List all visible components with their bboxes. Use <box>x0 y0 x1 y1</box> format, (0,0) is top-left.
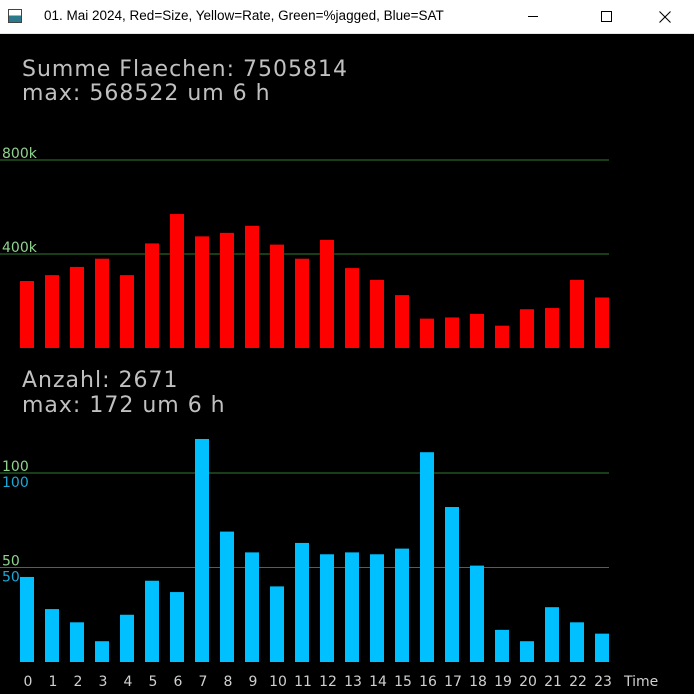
x-tick-label: 7 <box>199 674 208 690</box>
count-chart-bar <box>595 633 609 662</box>
count-chart-bar <box>345 552 359 662</box>
count-chart-bar <box>195 438 209 662</box>
count-chart-bar <box>520 641 534 662</box>
area-chart-bar <box>245 225 259 348</box>
x-tick-label: 23 <box>594 674 612 690</box>
area-chart-bar <box>45 275 59 348</box>
x-tick-label: 12 <box>319 674 337 690</box>
x-tick-label: 22 <box>569 674 587 690</box>
count-chart-bar <box>145 580 159 662</box>
count-chart-bar <box>395 548 409 662</box>
area-chart-header-line: Summe Flaechen: 7505814 <box>22 57 348 82</box>
count-chart-grid-label: 100 <box>2 459 29 475</box>
count-chart-bar <box>370 554 384 662</box>
area-chart-bar <box>395 295 409 348</box>
area-chart-bar <box>570 279 584 348</box>
area-chart-bar <box>295 258 309 348</box>
area-chart-bar <box>220 232 234 348</box>
count-chart-bar <box>20 576 34 662</box>
area-chart-header-line: max: 568522 um 6 h <box>22 81 271 106</box>
area-chart-grid-label: 800k <box>2 146 38 162</box>
x-tick-label: 9 <box>249 674 258 690</box>
area-chart-bar <box>145 243 159 348</box>
window-title: 01. Mai 2024, Red=Size, Yellow=Rate, Gre… <box>44 8 444 23</box>
x-tick-label: 15 <box>394 674 412 690</box>
count-chart-bar <box>245 552 259 662</box>
x-tick-label: 1 <box>49 674 58 690</box>
count-chart-bar <box>545 607 559 662</box>
x-tick-label: 0 <box>24 674 33 690</box>
count-chart-header-line: Anzahl: 2671 <box>22 368 178 393</box>
count-chart-grid-label: 50 <box>2 570 20 586</box>
area-chart-bar <box>70 266 84 348</box>
count-chart-bar <box>220 531 234 662</box>
area-chart-bar <box>170 214 184 348</box>
minimize-icon <box>528 16 538 17</box>
x-tick-label: 6 <box>174 674 183 690</box>
area-chart-bar <box>420 318 434 348</box>
count-chart-bar <box>270 586 284 662</box>
app-window: 01. Mai 2024, Red=Size, Yellow=Rate, Gre… <box>0 0 694 694</box>
x-tick-label: 10 <box>269 674 287 690</box>
x-tick-label: 20 <box>519 674 537 690</box>
count-chart-bar <box>120 614 134 662</box>
x-tick-label: 16 <box>419 674 437 690</box>
x-tick-label: 4 <box>124 674 133 690</box>
x-tick-label: 3 <box>99 674 108 690</box>
x-tick-label: 5 <box>149 674 158 690</box>
count-chart-grid-label: 50 <box>2 554 20 570</box>
chart-canvas: Summe Flaechen: 7505814max: 568522 um 6 … <box>0 57 658 690</box>
count-chart-bar <box>470 565 484 662</box>
x-tick-label: 21 <box>544 674 562 690</box>
count-chart-bar <box>95 641 109 662</box>
close-icon <box>659 10 671 23</box>
area-chart-bar <box>195 236 209 348</box>
count-chart-bar <box>495 629 509 662</box>
count-chart-bar <box>45 609 59 662</box>
x-tick-label: 14 <box>369 674 387 690</box>
count-chart-bar <box>295 542 309 662</box>
x-tick-label: 11 <box>294 674 312 690</box>
area-chart-bar <box>470 313 484 348</box>
x-axis-label: Time <box>623 674 658 690</box>
count-chart-bar <box>70 622 84 662</box>
area-chart-bar <box>20 281 34 348</box>
x-tick-label: 17 <box>444 674 462 690</box>
count-chart-bar <box>170 592 184 662</box>
count-chart-bar <box>320 554 334 662</box>
area-chart-bar <box>320 239 334 348</box>
count-chart-bar <box>420 452 434 662</box>
area-chart-bar <box>270 244 284 348</box>
x-tick-label: 19 <box>494 674 512 690</box>
maximize-icon <box>600 11 612 22</box>
area-chart-bar <box>120 275 134 348</box>
maximize-button[interactable] <box>583 0 629 33</box>
area-chart-bar <box>95 258 109 348</box>
area-chart-bar <box>370 279 384 348</box>
area-chart-bar <box>545 308 559 348</box>
title-bar[interactable]: 01. Mai 2024, Red=Size, Yellow=Rate, Gre… <box>0 0 694 34</box>
minimize-button[interactable] <box>510 0 556 33</box>
area-chart-bar <box>595 297 609 348</box>
count-chart-bar <box>570 622 584 662</box>
area-chart-bar <box>495 325 509 348</box>
area-chart-bar <box>345 268 359 348</box>
count-chart-bar <box>445 507 459 662</box>
close-button[interactable] <box>642 0 688 33</box>
area-chart-grid-label: 400k <box>2 240 38 256</box>
area-chart-bar <box>520 309 534 348</box>
x-tick-label: 2 <box>74 674 83 690</box>
x-tick-label: 18 <box>469 674 487 690</box>
area-chart-bar <box>445 317 459 348</box>
count-chart-grid-label: 100 <box>2 475 29 491</box>
x-tick-label: 8 <box>224 674 233 690</box>
count-chart-header-line: max: 172 um 6 h <box>22 393 226 418</box>
x-tick-label: 13 <box>344 674 362 690</box>
app-window-icon <box>8 9 22 23</box>
